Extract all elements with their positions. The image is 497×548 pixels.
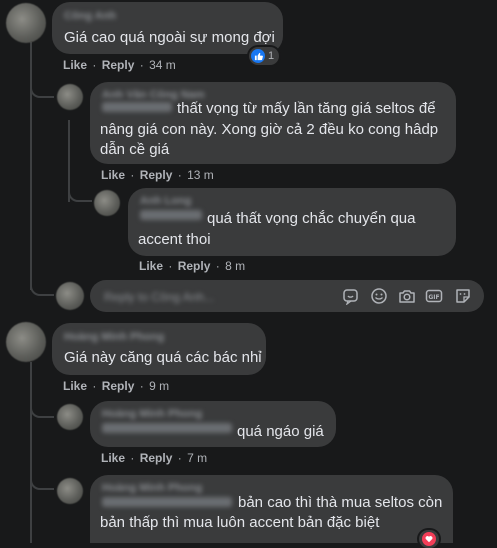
comment-text: Giá này căng quá các bác nhỉ (64, 349, 262, 366)
svg-text:GIF: GIF (428, 294, 439, 301)
reply-actions: Like · Reply · 7 m (101, 451, 207, 465)
separator: · (215, 259, 220, 273)
comment-bubble: Công Anh Giá cao quá ngoài sự mong đợi (52, 2, 283, 54)
reply-bubble: Hoàng Minh Phong quá ngáo giá (90, 401, 336, 447)
avatar[interactable] (6, 3, 46, 43)
reaction-count[interactable] (419, 530, 439, 548)
reply-author[interactable]: Anh Long (140, 195, 191, 207)
separator: · (177, 168, 182, 182)
thread-connector (30, 80, 54, 98)
like-button[interactable]: Like (139, 259, 163, 273)
like-reaction-icon (251, 49, 265, 63)
separator: · (177, 451, 182, 465)
reply-actions: Like · Reply · 8 m (139, 259, 245, 273)
reply-text: dẫn cề giá (100, 141, 170, 158)
comment-author[interactable]: Hoàng Minh Phong (64, 331, 164, 343)
comment-author[interactable]: Công Anh (64, 10, 116, 22)
sticker-icon[interactable] (454, 287, 472, 305)
timestamp[interactable]: 7 m (187, 451, 207, 465)
thread-connector (30, 470, 54, 490)
current-user-avatar[interactable] (56, 282, 84, 310)
separator: · (139, 58, 144, 72)
like-button[interactable]: Like (101, 451, 125, 465)
reply-button[interactable]: Reply (102, 58, 135, 72)
comment-bubble: Hoàng Minh Phong Giá này căng quá các bá… (52, 323, 266, 375)
gif-icon[interactable]: GIF (425, 287, 443, 305)
reply-author-line2 (140, 210, 202, 220)
reply-text: bản thấp thì mua luôn accent bản đặc biệ… (100, 514, 380, 531)
separator: · (139, 379, 144, 393)
separator: · (92, 58, 97, 72)
timestamp[interactable]: 34 m (149, 58, 176, 72)
reply-text: quá ngáo giá (237, 423, 324, 440)
comment-actions: Like · Reply · 34 m (63, 58, 176, 72)
avatar[interactable] (57, 478, 83, 504)
avatar[interactable] (57, 404, 83, 430)
avatar[interactable] (94, 190, 120, 216)
avatar[interactable] (57, 84, 83, 110)
reply-text: quá thất vọng chắc chuyển qua (207, 210, 416, 227)
sticker-smile-icon[interactable] (342, 287, 360, 305)
avatar[interactable] (6, 322, 46, 362)
reply-button[interactable]: Reply (178, 259, 211, 273)
reply-author-line2 (102, 423, 232, 433)
separator: · (92, 379, 97, 393)
reply-author[interactable]: Hoàng Minh Phong (102, 408, 202, 420)
reply-input-placeholder: Reply to Công Anh... (104, 290, 215, 304)
timestamp[interactable]: 8 m (225, 259, 245, 273)
reply-actions: Like · Reply · 13 m (101, 168, 214, 182)
reaction-count-text: 1 (268, 50, 275, 62)
thread-connector (68, 180, 92, 202)
emoji-icon[interactable] (370, 287, 388, 305)
reply-button[interactable]: Reply (102, 379, 135, 393)
separator: · (130, 451, 135, 465)
reply-input[interactable]: Reply to Công Anh... GIF (90, 280, 484, 312)
reaction-count[interactable]: 1 (249, 47, 280, 65)
reply-button[interactable]: Reply (140, 168, 173, 182)
comment-actions: Like · Reply · 9 m (63, 379, 169, 393)
timestamp[interactable]: 13 m (187, 168, 214, 182)
reply-author-line2 (102, 102, 172, 112)
like-button[interactable]: Like (101, 168, 125, 182)
timestamp[interactable]: 9 m (149, 379, 169, 393)
reply-button[interactable]: Reply (140, 451, 173, 465)
reply-text: nâng giá con này. Xong giờ cả 2 đều ko c… (100, 121, 439, 138)
reply-bubble: Anh Long quá thất vọng chắc chuyển qua a… (128, 188, 456, 256)
heart-reaction-icon (422, 532, 436, 546)
reply-author-line2 (102, 497, 232, 507)
separator: · (168, 259, 173, 273)
camera-icon[interactable] (398, 287, 416, 305)
reply-author[interactable]: Hoàng Minh Phong (102, 482, 202, 494)
reply-text: bản cao thì thà mua seltos còn (238, 494, 443, 511)
reply-text: thất vọng từ mấy lần tăng giá seltos để (177, 100, 436, 117)
separator: · (130, 168, 135, 182)
thread-line (30, 362, 32, 543)
reply-bubble: Hoàng Minh Phong bản cao thì thà mua sel… (90, 475, 453, 543)
thread-connector (30, 274, 54, 296)
like-button[interactable]: Like (63, 379, 87, 393)
thread-connector (30, 400, 54, 418)
reply-text: accent thoi (138, 231, 211, 248)
like-button[interactable]: Like (63, 58, 87, 72)
comment-text: Giá cao quá ngoài sự mong đợi (64, 29, 275, 46)
reply-bubble: Anh Văn Công Nam thất vọng từ mấy lần tă… (90, 82, 456, 164)
